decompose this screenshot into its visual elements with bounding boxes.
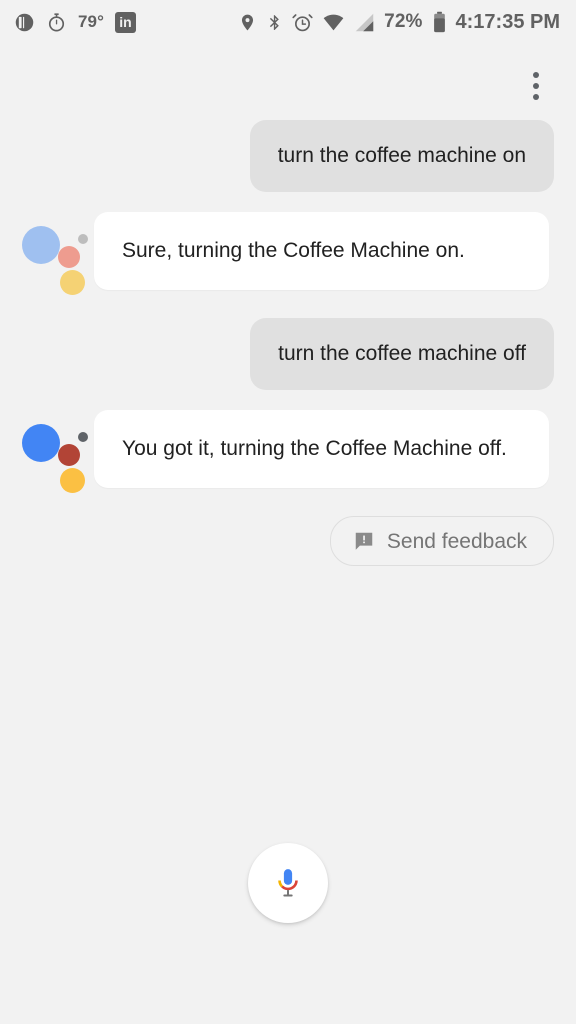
status-bar-right: 72% 4:17:35 PM [238,11,560,34]
overflow-menu-button[interactable] [512,62,560,110]
message-gap [22,390,554,410]
assistant-message-bubble[interactable]: Sure, turning the Coffee Machine on. [94,212,549,290]
assistant-avatar-gray-dot [78,234,88,244]
message-row-user: turn the coffee machine on [22,120,554,192]
microphone-icon [271,866,305,900]
assistant-avatar-blue-dot [22,424,60,462]
overflow-dot-3 [533,94,539,100]
user-message-bubble[interactable]: turn the coffee machine on [249,120,554,192]
feedback-icon [353,530,375,552]
assistant-avatar [22,418,88,493]
message-gap [22,192,554,212]
alarm-clock-icon [292,12,313,33]
assistant-message-bubble[interactable]: You got it, turning the Coffee Machine o… [94,410,549,488]
wifi-icon [322,12,345,33]
do-not-disturb-icon [14,12,35,33]
bluetooth-icon [266,12,283,33]
location-pin-icon [238,12,257,33]
battery-percent-label: 72% [384,11,423,32]
temperature-label: 79° [78,12,105,31]
status-bar: 79° in 72% 4:17:35 PM [0,0,576,44]
assistant-avatar-red-dot [58,246,80,268]
assistant-avatar-blue-dot [22,226,60,264]
message-row-user: turn the coffee machine off [22,318,554,390]
battery-icon [432,11,447,33]
message-row-assistant: Sure, turning the Coffee Machine on. [22,212,554,295]
assistant-avatar-red-dot [58,444,80,466]
message-row-assistant: You got it, turning the Coffee Machine o… [22,410,554,493]
mic-button-container [0,843,576,923]
feedback-row: Send feedback [22,516,554,566]
assistant-avatar [22,220,88,295]
message-gap [22,490,554,516]
voice-input-button[interactable] [248,843,328,923]
user-message-bubble[interactable]: turn the coffee machine off [250,318,554,390]
status-bar-left: 79° [14,11,137,33]
overflow-dot-2 [533,83,539,89]
send-feedback-button[interactable]: Send feedback [329,516,554,566]
message-gap [22,292,554,318]
assistant-avatar-gray-dot [78,432,88,442]
assistant-avatar-yellow-dot [60,468,85,493]
stopwatch-icon [46,12,67,33]
cellular-signal-icon [354,12,375,33]
assistant-avatar-yellow-dot [60,270,85,295]
clock-label: 4:17:35 PM [455,10,561,33]
overflow-dot-1 [533,72,539,78]
send-feedback-label: Send feedback [386,529,527,553]
linkedin-icon [115,11,137,33]
